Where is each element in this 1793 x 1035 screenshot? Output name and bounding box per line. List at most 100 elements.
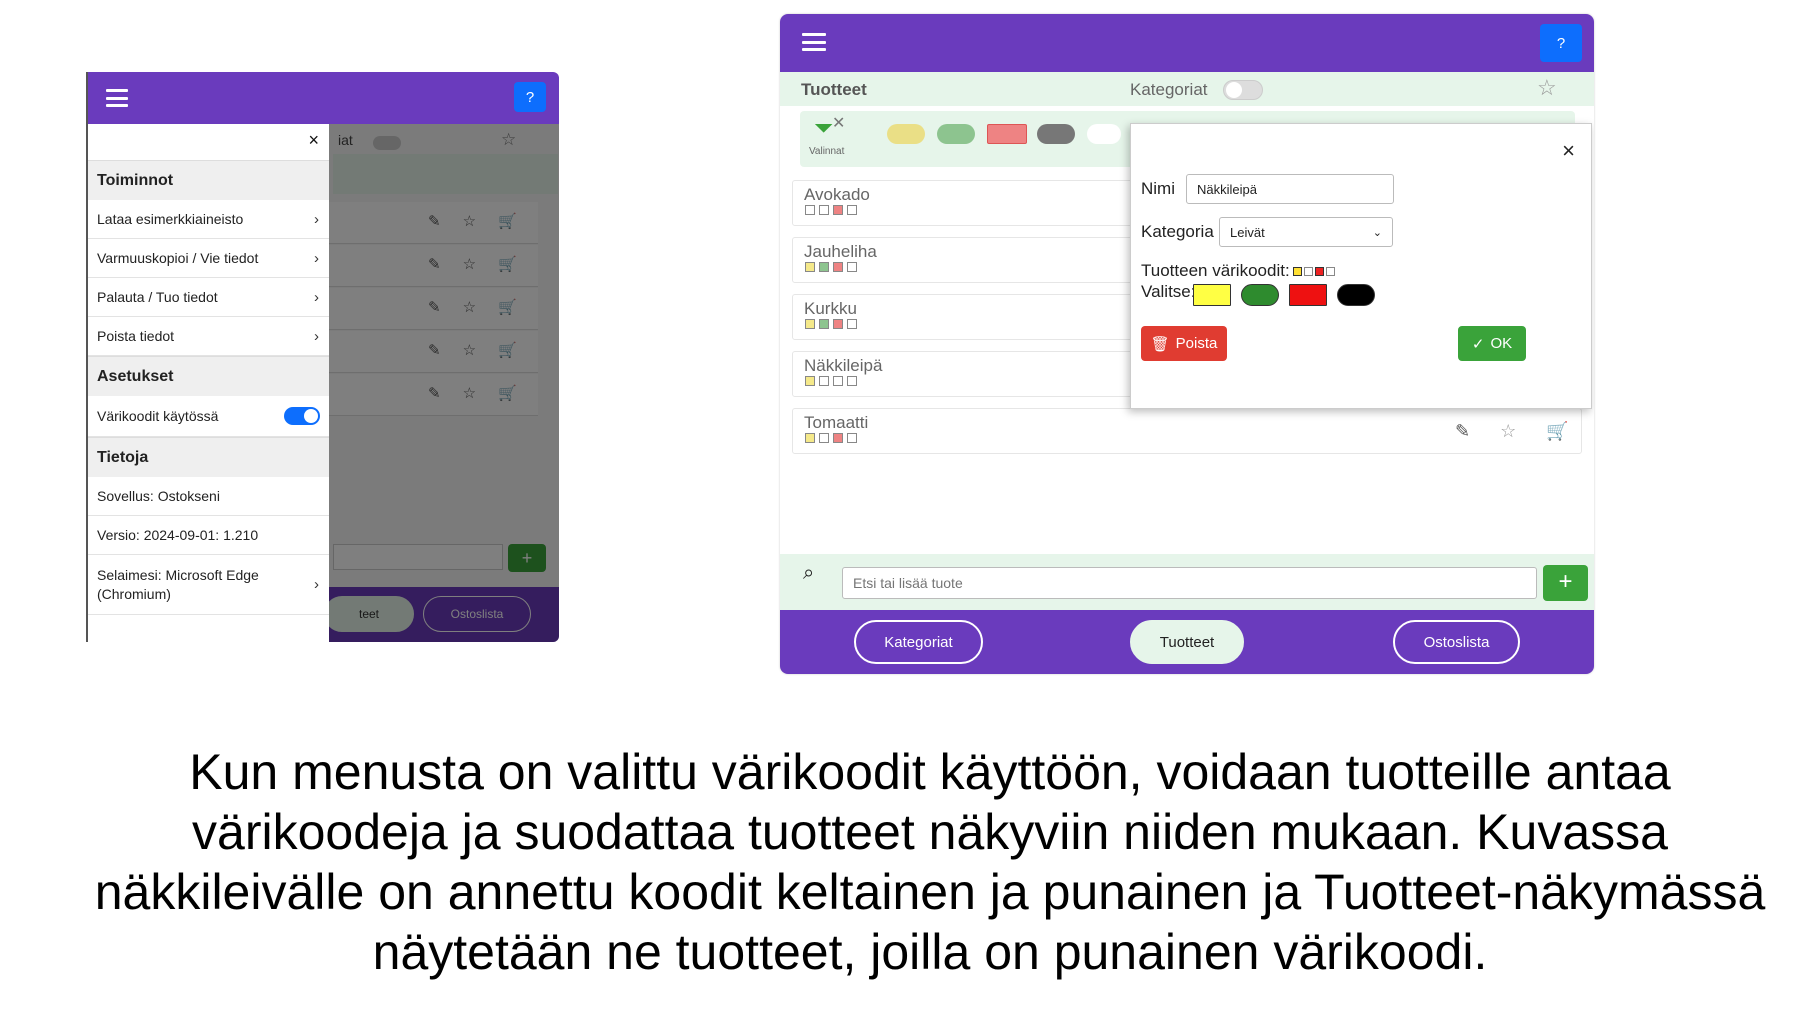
side-drawer: × Toiminnot Lataa esimerkkiaineisto › Var… (88, 124, 329, 642)
nav-categories[interactable]: Kategoriat (854, 620, 983, 664)
delete-label: Poista (1175, 335, 1218, 352)
chevron-right-icon: › (314, 249, 319, 267)
choose-color-button[interactable] (1337, 284, 1375, 306)
add-product-button[interactable]: + (1543, 565, 1588, 601)
star-icon[interactable]: ☆ (1500, 421, 1516, 442)
menu-delete-data[interactable]: Poista tiedot › (88, 317, 329, 356)
info-label: Selaimesi: Microsoft Edge (Chromium) (97, 566, 259, 602)
help-button[interactable]: ? (1540, 24, 1582, 62)
categories-toggle[interactable] (1223, 80, 1263, 100)
nav-products[interactable]: Tuotteet (1130, 620, 1244, 664)
color-code-square (847, 205, 857, 215)
menu-item-label: Lataa esimerkkiaineisto (97, 211, 244, 227)
color-code-square (847, 319, 857, 329)
info-label: Versio: 2024-09-01: 1.210 (97, 527, 259, 543)
color-codes-toggle[interactable] (284, 407, 320, 425)
filter-color-pill[interactable] (1087, 124, 1121, 144)
product-name: Näkkileipä (804, 356, 883, 375)
check-icon: ✓ (1471, 335, 1485, 353)
product-color-codes (805, 433, 861, 443)
product-name: Avokado (804, 185, 870, 204)
chevron-down-icon: ⌄ (1372, 226, 1382, 239)
search-bar: ⌕ + (780, 554, 1594, 610)
product-name: Kurkku (804, 299, 857, 318)
top-bar: ? (780, 14, 1594, 72)
menu-icon[interactable] (802, 33, 826, 51)
search-icon: ⌕ (803, 562, 815, 584)
category-label: Kategoria (1141, 222, 1214, 241)
edit-product-dialog: × Nimi Näkkileipä Kategoria Leivät ⌄ Tuot… (1130, 123, 1592, 409)
info-browser[interactable]: Selaimesi: Microsoft Edge (Chromium) › (88, 555, 329, 615)
info-app: Sovellus: Ostokseni (88, 477, 329, 516)
menu-restore-import[interactable]: Palauta / Tuo tiedot › (88, 278, 329, 317)
product-row[interactable]: Tomaatti ✎ ☆ 🛒 (792, 408, 1582, 454)
color-code-square (833, 262, 843, 272)
help-button[interactable]: ? (514, 82, 546, 112)
setting-label: Värikoodit käytössä (97, 408, 219, 424)
filter-icon[interactable]: ⏷ (814, 117, 833, 141)
filter-color-pill[interactable] (887, 124, 925, 144)
filter-clear-icon: ✕ (832, 115, 846, 132)
filter-color-pill[interactable] (937, 124, 975, 144)
color-code-square (819, 262, 829, 272)
category-select[interactable]: Leivät ⌄ (1219, 217, 1393, 247)
header-categories: Kategoriat (1130, 80, 1208, 99)
section-asetukset: Asetukset (88, 356, 329, 396)
name-input[interactable]: Näkkileipä (1186, 174, 1394, 204)
dialog-close-button[interactable]: × (1562, 138, 1575, 164)
menu-backup-export[interactable]: Varmuuskopioi / Vie tiedot › (88, 239, 329, 278)
filter-label: Valinnat (809, 146, 845, 157)
edit-icon[interactable]: ✎ (1455, 421, 1470, 442)
header-products: Tuotteet (801, 80, 867, 99)
color-code-square (819, 205, 829, 215)
codes-label-text: Tuotteen värikoodit: (1141, 261, 1290, 280)
color-code-square (819, 433, 829, 443)
view-header: Tuotteet Kategoriat ☆ (780, 72, 1594, 106)
favorite-star-icon[interactable]: ☆ (1537, 75, 1557, 101)
product-color-codes (805, 319, 861, 329)
caption: Kun menusta on valittu värikoodit käyttö… (94, 744, 1766, 980)
menu-item-label: Poista tiedot (97, 328, 175, 344)
color-code-square (847, 262, 857, 272)
info-version: Versio: 2024-09-01: 1.210 (88, 516, 329, 555)
color-code-square (847, 433, 857, 443)
color-code-square (805, 433, 815, 443)
drawer-close-button[interactable]: × (308, 130, 319, 151)
right-phone-screenshot: ? Tuotteet Kategoriat ☆ ⏷ ✕ Valinnat Avo… (780, 14, 1594, 674)
color-code-square (833, 376, 843, 386)
section-toiminnot: Toiminnot (88, 160, 329, 200)
color-code-square (819, 319, 829, 329)
filter-color-pill[interactable] (1037, 124, 1075, 144)
choose-color-button[interactable] (1289, 284, 1327, 306)
product-name: Tomaatti (804, 413, 869, 432)
choose-color-button[interactable] (1193, 284, 1231, 306)
trash-icon: 🗑 (1150, 335, 1170, 353)
nav-shopping-list[interactable]: Ostoslista (1393, 620, 1520, 664)
color-code-square (833, 205, 843, 215)
chevron-right-icon: › (314, 210, 319, 228)
cart-icon[interactable]: 🛒 (1546, 421, 1568, 442)
filter-color-pill[interactable] (987, 124, 1027, 144)
delete-button[interactable]: 🗑 Poista (1141, 326, 1227, 361)
color-code-square (847, 376, 857, 386)
color-code-square (819, 376, 829, 386)
product-name: Jauheliha (804, 242, 877, 261)
color-code-square (805, 376, 815, 386)
left-phone-screenshot: ? iat ☆ ✎☆🛒 ✎☆🛒 ✎☆🛒 ✎☆🛒 ✎☆🛒 + teet Ostos… (86, 72, 559, 642)
search-input[interactable] (842, 567, 1537, 599)
category-value: Leivät (1230, 224, 1265, 240)
menu-load-sample[interactable]: Lataa esimerkkiaineisto › (88, 200, 329, 239)
setting-color-codes: Värikoodit käytössä (88, 396, 329, 437)
menu-item-label: Palauta / Tuo tiedot (97, 289, 218, 305)
choose-color-button[interactable] (1241, 284, 1279, 306)
menu-icon[interactable] (106, 89, 128, 107)
choose-label: Valitse: (1141, 282, 1196, 301)
ok-button[interactable]: ✓ OK (1458, 326, 1526, 361)
name-label: Nimi (1141, 179, 1175, 198)
color-code-square (805, 319, 815, 329)
info-label: Sovellus: Ostokseni (97, 488, 220, 504)
product-color-codes (805, 205, 861, 215)
top-bar: ? (88, 72, 559, 124)
color-code-square (833, 433, 843, 443)
chevron-right-icon: › (314, 576, 319, 593)
